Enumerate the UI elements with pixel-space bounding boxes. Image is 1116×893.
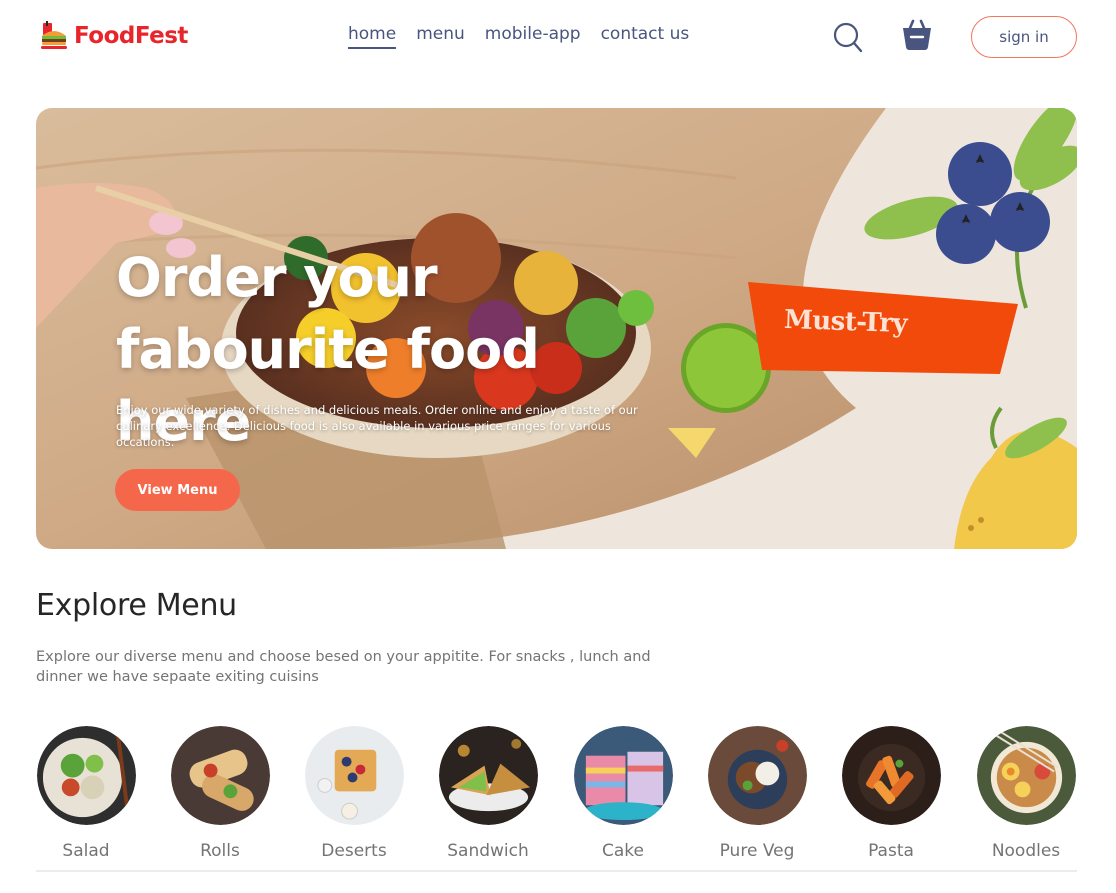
menu-item-label: Noodles [991, 841, 1061, 861]
menu-item-deserts[interactable]: Deserts [304, 726, 404, 861]
must-try-badge-label: Must-Try [783, 304, 908, 340]
sign-in-button[interactable]: sign in [971, 16, 1077, 58]
nav-link-home[interactable]: home [348, 24, 397, 49]
menu-item-cake[interactable]: Cake [573, 726, 673, 861]
nav-links: home menu mobile-app contact us [348, 24, 709, 49]
menu-item-label: Deserts [321, 841, 387, 861]
explore-menu-description: Explore our diverse menu and choose bese… [36, 649, 651, 685]
nav-link-contact-us[interactable]: contact us [601, 24, 690, 49]
salad-image [36, 726, 136, 825]
navbar: FoodFest home menu mobile-app contact us… [0, 0, 1116, 80]
deserts-image [304, 726, 404, 825]
menu-item-rolls[interactable]: Rolls [170, 726, 270, 861]
menu-item-label: Cake [602, 841, 644, 861]
menu-item-salad[interactable]: Salad [36, 726, 136, 861]
noodles-image [976, 726, 1076, 825]
burger-logo-icon [41, 21, 67, 49]
nav-link-menu[interactable]: menu [416, 24, 465, 49]
menu-item-label: Pasta [868, 841, 914, 861]
menu-item-label: Salad [62, 841, 110, 861]
menu-item-noodles[interactable]: Noodles [976, 726, 1076, 861]
menu-item-sandwich[interactable]: Sandwich [438, 726, 538, 861]
pure-veg-image [707, 726, 807, 825]
view-menu-button[interactable]: View Menu [115, 469, 240, 511]
menu-item-label: Sandwich [447, 841, 529, 861]
menu-item-label: Pure Veg [719, 841, 795, 861]
rolls-image [170, 726, 270, 825]
hero-title-line-1: Order your [116, 246, 438, 309]
menu-item-pure-veg[interactable]: Pure Veg [707, 726, 807, 861]
section-divider [36, 870, 1077, 872]
logo[interactable]: FoodFest [38, 18, 188, 54]
basket-icon[interactable] [900, 18, 934, 52]
pasta-image [841, 726, 941, 825]
menu-item-pasta[interactable]: Pasta [841, 726, 941, 861]
cake-image [573, 726, 673, 825]
nav-link-mobile-app[interactable]: mobile-app [485, 24, 581, 49]
search-icon[interactable] [832, 20, 864, 54]
sandwich-image [438, 726, 538, 825]
explore-menu-title: Explore Menu [36, 588, 237, 623]
explore-menu-list: Salad Rolls Deserts Sandwich Cake Pure V… [36, 726, 1077, 866]
menu-item-label: Rolls [200, 841, 240, 861]
logo-text: FoodFest [74, 23, 188, 49]
hero-description: Enjoy our wide variety of dishes and del… [116, 403, 638, 449]
